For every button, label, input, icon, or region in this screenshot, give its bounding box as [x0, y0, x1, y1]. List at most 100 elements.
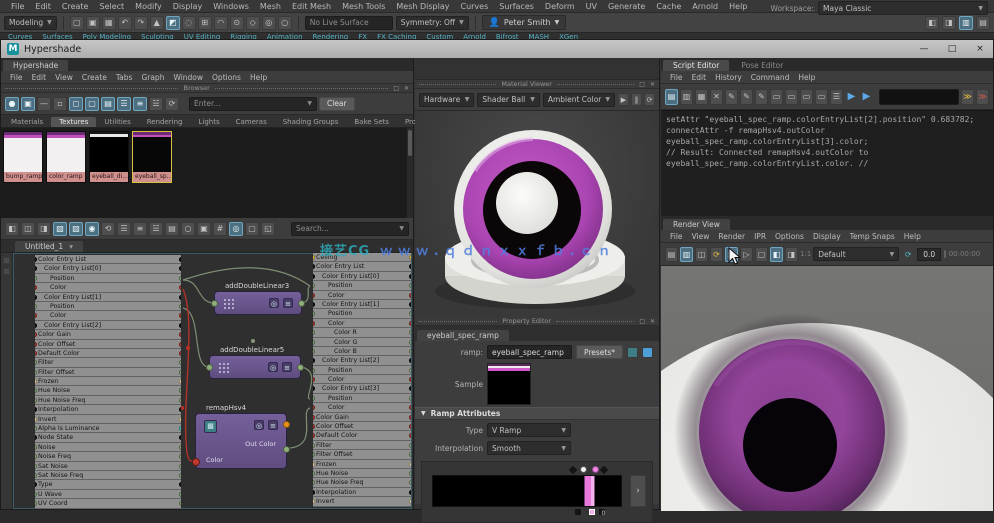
output-port[interactable]	[179, 285, 181, 290]
texture-swatch[interactable]: bump_ramp	[3, 131, 43, 183]
section-collapse-icon[interactable]: ▼	[421, 410, 426, 417]
app-menu-item[interactable]: Display	[168, 2, 208, 11]
node-attribute-row[interactable]: Filter	[313, 441, 411, 450]
output-port[interactable]	[409, 274, 411, 279]
render-view-menu-item[interactable]: IPR	[750, 232, 770, 241]
color-input-port[interactable]	[192, 458, 200, 466]
node-attribute-row[interactable]: Noise	[35, 443, 181, 452]
node-attribute-row[interactable]: Type	[35, 480, 181, 489]
output-port[interactable]	[409, 471, 411, 476]
app-menu-item[interactable]: Modify	[130, 2, 167, 11]
hypershade-titlebar[interactable]: M Hypershade — □ ×	[1, 40, 993, 58]
output-port[interactable]	[179, 482, 181, 487]
output-port[interactable]	[409, 480, 411, 485]
open-script-icon[interactable]: ▤	[665, 89, 678, 105]
clear-history-icon[interactable]: ✕	[710, 89, 723, 105]
node-search-input[interactable]: Search...▼	[291, 222, 409, 236]
sort-time-icon[interactable]: ☱	[149, 97, 163, 111]
ramp-attributes-section[interactable]: ▼ Ramp Attributes	[415, 407, 659, 420]
render-view-tab[interactable]: Render View	[663, 219, 730, 230]
show-in-lookdev-icon[interactable]	[627, 347, 638, 358]
swatch-filter-input[interactable]: Enter...▼	[189, 97, 317, 111]
input-port[interactable]	[211, 300, 218, 307]
script-editor-menu-item[interactable]: File	[666, 73, 687, 82]
node-attribute-row[interactable]: Color Entry List	[35, 255, 181, 264]
node-attribute-row[interactable]: Color Entry List[0]	[35, 264, 181, 273]
node-attribute-row[interactable]: Interpolation	[35, 405, 181, 414]
display-connected-icon[interactable]: ≡	[133, 222, 147, 236]
output-port[interactable]	[179, 342, 181, 347]
script-editor-tab[interactable]: Script Editor	[663, 60, 729, 71]
close-button[interactable]: ×	[973, 44, 987, 54]
node-attribute-row[interactable]: Color Offset	[313, 422, 411, 431]
file-new-icon[interactable]: ▢	[70, 16, 84, 30]
output-port[interactable]	[179, 313, 181, 318]
shelf-save-icon[interactable]: ≫	[961, 89, 974, 105]
node-info-icon[interactable]: ▣	[197, 222, 211, 236]
medium-swatch-icon[interactable]: ◻	[69, 97, 83, 111]
output-port[interactable]	[409, 443, 411, 448]
workspace-dropdown[interactable]: Maya Classic▼	[818, 1, 988, 15]
output-port[interactable]	[409, 264, 411, 269]
texture-swatch[interactable]: color_ramp	[46, 131, 86, 183]
thumbnail-display-icon[interactable]: ▣	[21, 97, 35, 111]
redisplay-image-icon[interactable]: ▥	[680, 247, 693, 262]
hypershade-dock-tab[interactable]: Hypershade	[3, 60, 68, 71]
command-input[interactable]	[879, 89, 959, 105]
attribute-editor-icon[interactable]: ▤	[976, 16, 990, 30]
output-port[interactable]	[409, 490, 411, 495]
file-open-icon[interactable]: ▣	[86, 16, 100, 30]
output-port[interactable]	[409, 462, 411, 467]
add-to-graph-icon[interactable]: ▧	[53, 222, 67, 236]
app-menu-item[interactable]: Generate	[603, 2, 650, 11]
output-port[interactable]	[409, 396, 411, 401]
render-camera-dropdown[interactable]: Default▼	[813, 247, 899, 261]
large-swatch-icon[interactable]: ▢	[85, 97, 99, 111]
presets-button[interactable]: Presets*	[576, 345, 623, 359]
output-port[interactable]	[409, 358, 411, 363]
output-port[interactable]	[409, 330, 411, 335]
category-tab[interactable]: Cameras	[228, 117, 275, 127]
node-attribute-row[interactable]: Default Color	[313, 431, 411, 440]
ramp-gradient-bar[interactable]	[432, 475, 622, 507]
add-double-linear3-node[interactable]: addDoubleLinear3 ◎ ≡	[214, 291, 302, 315]
property-editor-tab[interactable]: eyeball_spec_ramp	[417, 330, 509, 341]
keep-image-icon[interactable]: ◫	[695, 247, 708, 262]
collapse-icon[interactable]: —	[37, 97, 51, 111]
node-attribute-row[interactable]: Hue Noise	[35, 386, 181, 395]
lasso-tool-icon[interactable]: ◌	[182, 16, 196, 30]
output-port[interactable]	[409, 415, 411, 420]
render-view-menu-item[interactable]: Options	[771, 232, 808, 241]
snap-plane-icon[interactable]: ◇	[246, 16, 260, 30]
node-menu-icon[interactable]: ≡	[283, 298, 293, 308]
pane-maximize-icon[interactable]: □	[639, 318, 645, 325]
output-port[interactable]	[409, 302, 411, 307]
add-double-linear5-node[interactable]: addDoubleLinear5 ◎ ≡	[209, 355, 301, 379]
pause-icon[interactable]: ‖	[631, 93, 642, 106]
show-line-numbers-icon[interactable]: ☰	[830, 89, 843, 105]
execute-all-icon[interactable]: ▶	[860, 89, 873, 105]
output-port[interactable]	[409, 433, 411, 438]
redo-icon[interactable]: ↷	[134, 16, 148, 30]
new-tab-icon[interactable]: ▭	[800, 89, 813, 105]
node-menu-icon[interactable]: ≡	[282, 362, 292, 372]
rgb-channels-icon[interactable]: ◧	[770, 247, 783, 262]
category-tab[interactable]: Utilities	[96, 117, 138, 127]
ramp-node-right[interactable]: Ceiling Color Entry List Color Entry L	[313, 253, 411, 507]
node-view-mode-icon[interactable]: ◎	[254, 420, 264, 430]
mel-tab-icon[interactable]: ▭	[770, 89, 783, 105]
refresh-render-icon[interactable]: ⟳	[901, 247, 915, 261]
node-attribute-row[interactable]: Hue Noise Freq	[313, 478, 411, 487]
out-color-port[interactable]	[283, 446, 290, 453]
small-swatch-icon[interactable]: ▫	[53, 97, 67, 111]
ramp-editor[interactable]: 0 ›	[421, 461, 653, 523]
node-attribute-row[interactable]: Noise Freq	[35, 452, 181, 461]
render-view-menu-item[interactable]: Temp Snaps	[846, 232, 899, 241]
exposure-field[interactable]: 0.0	[917, 248, 941, 261]
render-view-menu-item[interactable]: Render	[714, 232, 749, 241]
script-editor-menu-item[interactable]: Help	[794, 73, 819, 82]
node-attribute-row[interactable]: Sat Noise Freq	[35, 471, 181, 480]
node-attribute-row[interactable]: Frozen	[313, 460, 411, 469]
rendered-image[interactable]	[661, 266, 993, 511]
node-attribute-row[interactable]: Filter	[35, 358, 181, 367]
